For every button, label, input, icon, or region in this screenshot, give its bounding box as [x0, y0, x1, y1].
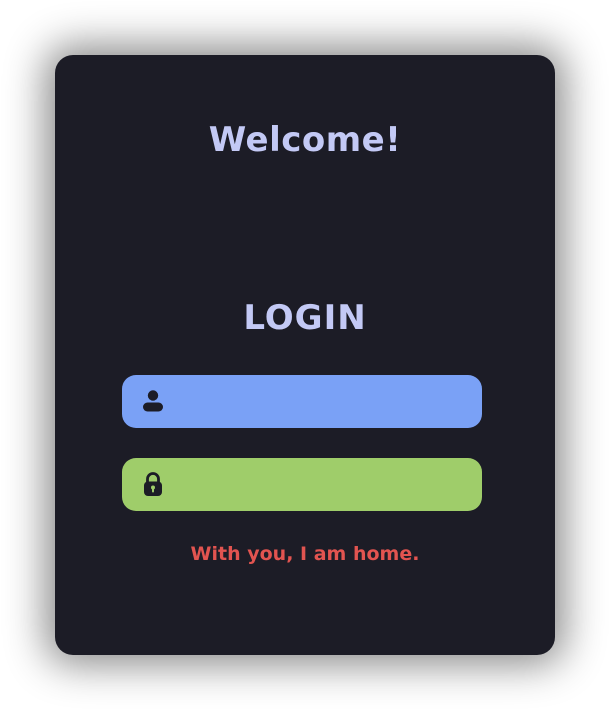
password-input[interactable] [170, 458, 474, 513]
username-field[interactable] [122, 375, 482, 430]
password-field[interactable] [122, 458, 482, 513]
user-icon [143, 390, 163, 412]
username-input[interactable] [170, 375, 474, 430]
tagline-text: With you, I am home. [190, 543, 420, 565]
welcome-heading: Welcome! [208, 120, 402, 160]
login-title: LOGIN [243, 298, 367, 338]
login-card: Welcome! LOGIN With you, I am home. [55, 55, 555, 655]
lock-icon [144, 472, 162, 496]
